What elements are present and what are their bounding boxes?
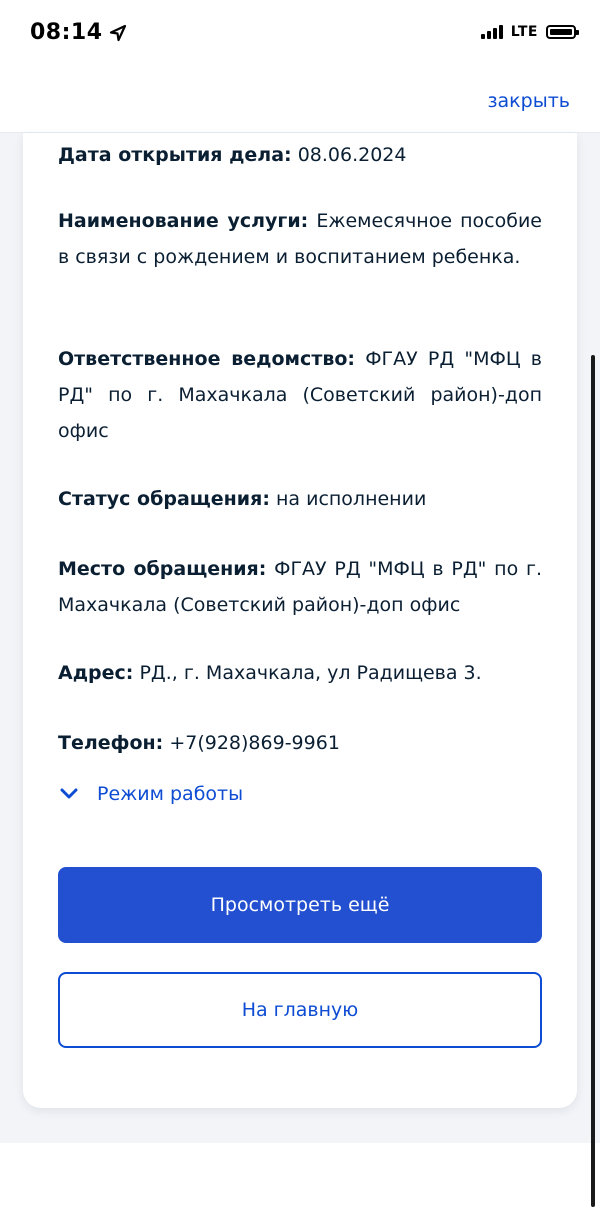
request-place: Место обращения: ФГАУ РД "МФЦ в РД" по г… <box>58 551 542 623</box>
status-value: на исполнении <box>275 488 427 510</box>
cellular-signal-icon <box>480 25 503 39</box>
working-hours-toggle[interactable]: Режим работы <box>59 783 243 805</box>
network-type-label: LTE <box>510 24 538 40</box>
view-more-button[interactable]: Просмотреть ещё <box>58 867 542 943</box>
status-indicators: LTE <box>480 24 579 40</box>
office-address: Адрес: РД., г. Махачкала, ул Радищева 3. <box>58 655 542 691</box>
responsible-department: Ответственное ведомство: ФГАУ РД "МФЦ в … <box>58 341 542 449</box>
status-label: Статус обращения: <box>58 488 270 510</box>
chevron-down-icon <box>59 787 79 801</box>
request-status: Статус обращения: на исполнении <box>58 481 542 517</box>
home-button[interactable]: На главную <box>58 972 542 1048</box>
status-bar: 08:14 LTE <box>0 0 600 72</box>
case-opened-value: 08.06.2024 <box>297 144 407 166</box>
address-label: Адрес: <box>58 662 134 684</box>
scrollbar[interactable] <box>591 355 595 1207</box>
office-phone: Телефон: +7(928)869-9961 <box>58 725 542 761</box>
service-label: Наименование услуги: <box>58 210 309 232</box>
address-value: РД., г. Махачкала, ул Радищева 3. <box>139 662 482 684</box>
status-time: 08:14 <box>30 20 127 45</box>
case-opened-label: Дата открытия дела: <box>58 144 292 166</box>
case-details-card: Дата открытия дела: 08.06.2024 Наименова… <box>23 133 577 1108</box>
top-nav: закрыть <box>0 72 600 133</box>
department-label: Ответственное ведомство: <box>58 348 356 370</box>
phone-value: +7(928)869-9961 <box>169 732 340 754</box>
working-hours-label: Режим работы <box>97 783 244 805</box>
location-arrow-icon <box>109 24 127 42</box>
case-opened-date: Дата открытия дела: 08.06.2024 <box>58 137 542 173</box>
service-name: Наименование услуги: Ежемесячное пособие… <box>58 203 542 275</box>
phone-label: Телефон: <box>58 732 164 754</box>
place-label: Место обращения: <box>58 558 267 580</box>
clock-label: 08:14 <box>30 20 103 45</box>
close-link[interactable]: закрыть <box>487 90 570 112</box>
battery-icon <box>546 25 579 39</box>
